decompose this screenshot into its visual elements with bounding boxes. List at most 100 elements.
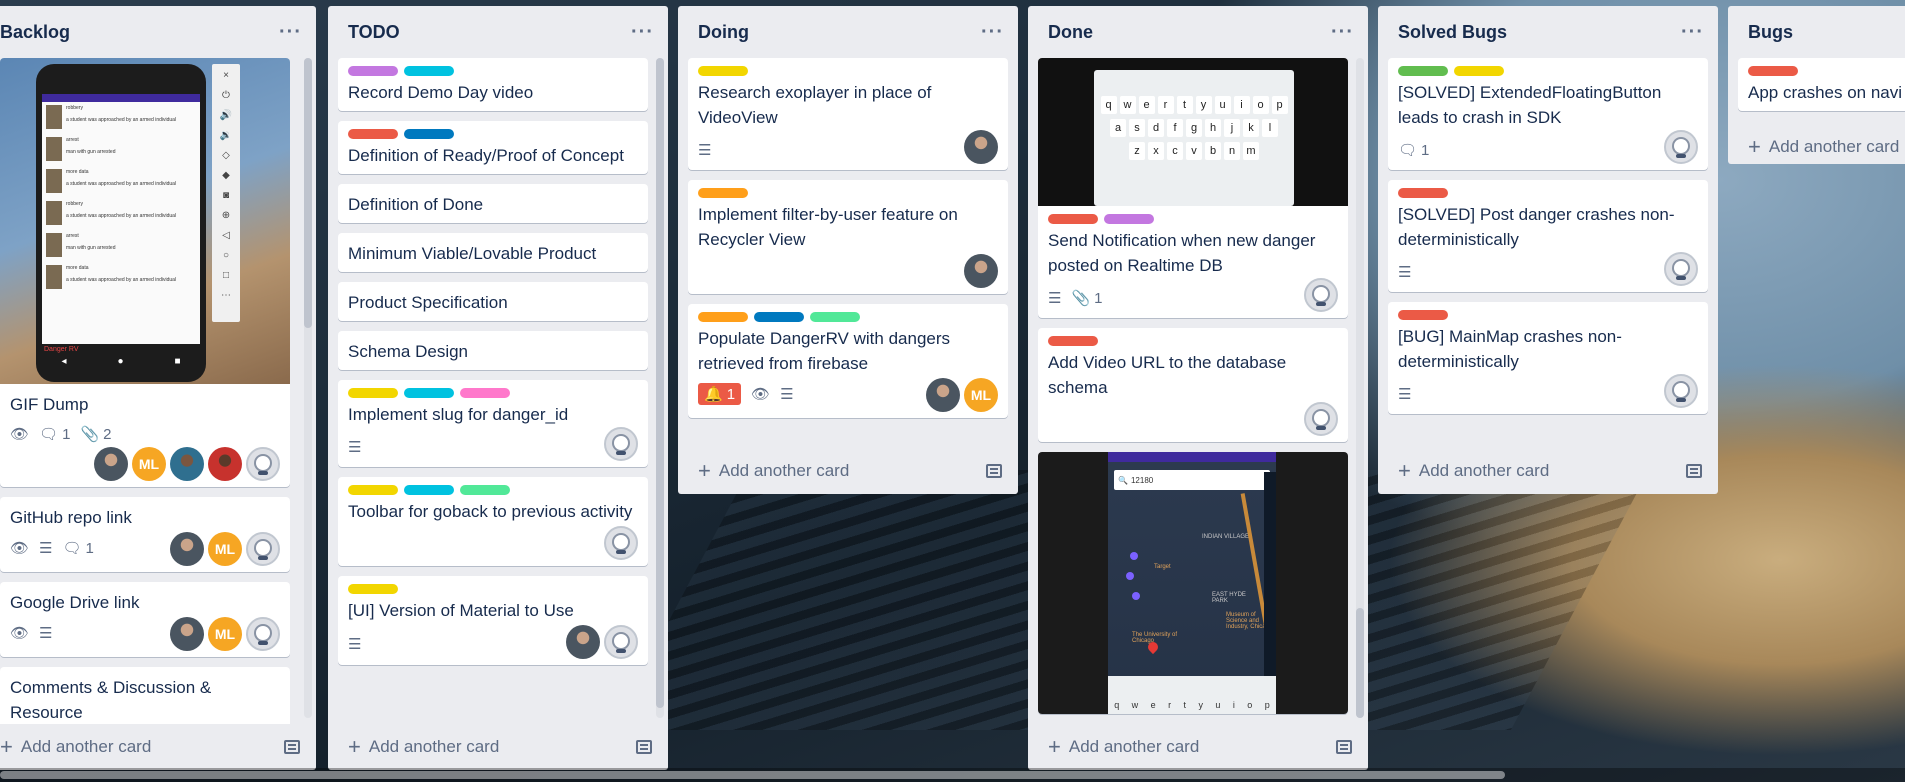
card-add-video-url[interactable]: Add Video URL to the database schema	[1038, 328, 1348, 442]
list-title[interactable]: Doing	[698, 22, 749, 43]
avatar[interactable]: ML	[132, 447, 166, 481]
card-github-repo[interactable]: GitHub repo link 👁 ☰ 🗨 1 ML	[0, 497, 290, 572]
list-scrollbar[interactable]	[1356, 608, 1364, 718]
label-red	[348, 129, 398, 139]
avatar[interactable]	[566, 625, 600, 659]
list-header[interactable]: Backlog ···	[0, 6, 316, 58]
add-card-button[interactable]: + Add another card	[698, 460, 849, 482]
list-title[interactable]: Backlog	[0, 22, 70, 43]
avatar[interactable]	[1304, 402, 1338, 436]
avatar[interactable]	[1664, 130, 1698, 164]
card[interactable]: Implement filter-by-user feature on Recy…	[688, 180, 1008, 294]
comment-count: 1	[85, 539, 94, 557]
comments-badge: 🗨 1	[63, 539, 94, 558]
list-menu-icon[interactable]: ···	[981, 22, 1004, 42]
watch-icon: 👁	[10, 426, 30, 443]
card[interactable]: [BUG] MainMap crashes non-deterministica…	[1388, 302, 1708, 414]
card-cover-map-screenshot: 🔍 12180 INDIAN VILLAGE EAST HYDE PARK Mus…	[1038, 452, 1348, 714]
card-map-screenshot[interactable]: 🔍 12180 INDIAN VILLAGE EAST HYDE PARK Mus…	[1038, 452, 1348, 714]
avatar[interactable]	[94, 447, 128, 481]
bell-icon: 🔔	[704, 386, 723, 403]
map-search-box[interactable]: 🔍 12180	[1114, 470, 1270, 490]
add-card-button[interactable]: + Add another card	[348, 736, 499, 758]
avatar[interactable]	[170, 617, 204, 651]
card[interactable]: Populate DangerRV with dangers retrieved…	[688, 304, 1008, 418]
phone-list-text: arrest man with gun arrested	[66, 137, 116, 155]
list-menu-icon[interactable]: ···	[279, 22, 302, 42]
avatar[interactable]: ML	[964, 378, 998, 412]
add-card-button[interactable]: + Add another card	[1748, 136, 1899, 158]
add-card-button[interactable]: + Add another card	[0, 736, 151, 758]
add-card-label: Add another card	[368, 737, 500, 756]
card[interactable]: Record Demo Day video	[338, 58, 648, 111]
card[interactable]: Definition of Done	[338, 184, 648, 223]
avatar[interactable]	[246, 617, 280, 651]
card-comments-discussion[interactable]: Comments & Discussion & Resource	[0, 667, 290, 724]
card-google-drive[interactable]: Google Drive link 👁 ☰ ML	[0, 582, 290, 657]
card[interactable]: Definition of Ready/Proof of Concept	[338, 121, 648, 174]
card-template-icon[interactable]	[284, 740, 300, 754]
card[interactable]: Schema Design	[338, 331, 648, 370]
card-labels	[348, 388, 638, 398]
list-header[interactable]: TODO ···	[328, 6, 668, 58]
keyboard-key: y	[1198, 700, 1203, 710]
list-header[interactable]: Bugs	[1728, 6, 1905, 58]
add-card-button[interactable]: + Add another card	[1048, 736, 1199, 758]
avatar[interactable]	[208, 447, 242, 481]
list-scrollbar[interactable]	[304, 58, 312, 328]
avatar[interactable]	[246, 447, 280, 481]
avatar[interactable]	[1664, 252, 1698, 286]
avatar[interactable]	[246, 532, 280, 566]
avatar[interactable]	[926, 378, 960, 412]
search-icon: 🔍	[1118, 475, 1128, 485]
card-container: Research exoplayer in place of VideoView…	[678, 58, 1018, 448]
avatar[interactable]	[604, 526, 638, 560]
list-title[interactable]: Solved Bugs	[1398, 22, 1507, 43]
card[interactable]: App crashes on navi	[1738, 58, 1905, 111]
card-template-icon[interactable]	[636, 740, 652, 754]
card-gif-dump[interactable]: robbery a student was approached by an ar…	[0, 58, 290, 487]
list-scrollbar[interactable]	[656, 58, 664, 708]
card-template-icon[interactable]	[986, 464, 1002, 478]
board-horizontal-scrollbar[interactable]	[0, 768, 1905, 782]
phone-list-row: more data a student was approached by an …	[42, 262, 200, 294]
card[interactable]: Toolbar for goback to previous activity	[338, 477, 648, 566]
avatar[interactable]	[1664, 374, 1698, 408]
card-title: Definition of Done	[348, 195, 484, 214]
card-send-notification[interactable]: qwertyuiop asdfghjkl zxcvbnm Send Notifica…	[1038, 58, 1348, 318]
card[interactable]: [SOLVED] ExtendedFloatingButton leads to…	[1388, 58, 1708, 170]
avatar[interactable]	[964, 254, 998, 288]
list-header[interactable]: Doing ···	[678, 6, 1018, 58]
card-labels	[1398, 66, 1698, 76]
list-menu-icon[interactable]: ···	[631, 22, 654, 42]
board-scroll-thumb[interactable]	[0, 771, 1505, 779]
card-template-icon[interactable]	[1336, 740, 1352, 754]
card-title: Add Video URL to the database schema	[1048, 353, 1287, 397]
keyboard-key: s	[1129, 119, 1145, 137]
card[interactable]: Minimum Viable/Lovable Product	[338, 233, 648, 272]
list-menu-icon[interactable]: ···	[1331, 22, 1354, 42]
label-lime	[810, 312, 860, 322]
avatar[interactable]	[964, 130, 998, 164]
avatar[interactable]: ML	[208, 617, 242, 651]
list-header[interactable]: Done ···	[1028, 6, 1368, 58]
avatar[interactable]	[604, 427, 638, 461]
card[interactable]: [UI] Version of Material to Use ☰	[338, 576, 648, 665]
label-yellow	[698, 66, 748, 76]
list-header[interactable]: Solved Bugs ···	[1378, 6, 1718, 58]
avatar[interactable]	[1304, 278, 1338, 312]
card[interactable]: [SOLVED] Post danger crashes non-determi…	[1388, 180, 1708, 292]
list-title[interactable]: Bugs	[1748, 22, 1793, 43]
card[interactable]: Research exoplayer in place of VideoView…	[688, 58, 1008, 170]
list-title[interactable]: Done	[1048, 22, 1093, 43]
avatar[interactable]	[604, 625, 638, 659]
list-menu-icon[interactable]: ···	[1681, 22, 1704, 42]
avatar[interactable]	[170, 447, 204, 481]
add-card-button[interactable]: + Add another card	[1398, 460, 1549, 482]
avatar[interactable]: ML	[208, 532, 242, 566]
avatar[interactable]	[170, 532, 204, 566]
card[interactable]: Implement slug for danger_id ☰	[338, 380, 648, 467]
card-template-icon[interactable]	[1686, 464, 1702, 478]
card[interactable]: Product Specification	[338, 282, 648, 321]
list-title[interactable]: TODO	[348, 22, 400, 43]
